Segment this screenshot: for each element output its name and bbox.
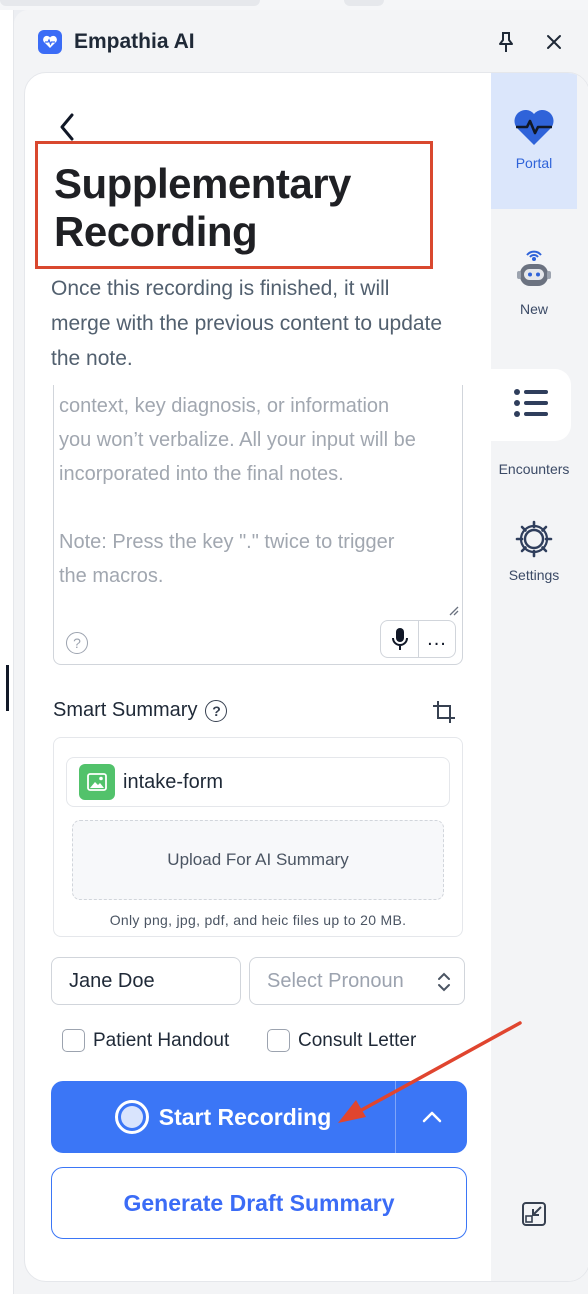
title-bar: Empathia AI xyxy=(14,10,588,72)
select-chevron-icon xyxy=(438,972,450,992)
patient-handout-box[interactable] xyxy=(62,1029,85,1052)
page-title-highlight: Supplementary Recording xyxy=(35,141,433,269)
sidebar-item-portal[interactable]: Portal xyxy=(491,73,577,209)
list-icon xyxy=(514,389,548,417)
smart-summary-help-icon[interactable]: ? xyxy=(205,699,228,722)
extension-panel: Empathia AI Supplementary Recording Once… xyxy=(14,10,588,1294)
image-file-icon xyxy=(79,764,115,800)
sidebar-item-encounters[interactable] xyxy=(491,369,571,441)
recording-options-chevron-up-icon[interactable] xyxy=(396,1081,467,1153)
patient-name-input[interactable]: Jane Doe xyxy=(51,957,241,1005)
generate-draft-summary-button[interactable]: Generate Draft Summary xyxy=(51,1167,467,1239)
consult-letter-label: Consult Letter xyxy=(298,1029,417,1051)
pronoun-placeholder: Select Pronoun xyxy=(267,969,404,992)
heart-pulse-icon xyxy=(514,109,554,145)
microphone-icon[interactable] xyxy=(381,621,419,657)
smart-summary-upload: intake-form Upload For AI Summary Only p… xyxy=(53,737,463,937)
notes-textarea[interactable]: context, key diagnosis, or information y… xyxy=(53,385,463,665)
page-title: Supplementary Recording xyxy=(54,160,351,256)
notes-action-group: ... xyxy=(380,620,456,658)
crop-icon[interactable] xyxy=(431,699,457,725)
collapse-panel-icon[interactable] xyxy=(521,1201,547,1227)
more-options-button[interactable]: ... xyxy=(419,621,455,657)
app-title: Empathia AI xyxy=(74,30,195,53)
sidebar-item-settings[interactable]: Settings xyxy=(491,519,577,619)
start-recording-split-button: Start Recording xyxy=(51,1081,467,1153)
pronoun-select[interactable]: Select Pronoun xyxy=(249,957,465,1005)
consult-letter-box[interactable] xyxy=(267,1029,290,1052)
top-strip xyxy=(0,0,588,10)
record-dot-icon xyxy=(114,1100,149,1134)
background-window-edge xyxy=(0,10,14,1294)
notes-help-icon[interactable]: ? xyxy=(66,632,88,654)
upload-dropzone[interactable]: Upload For AI Summary xyxy=(72,820,444,900)
page-subtitle: Once this recording is finished, it will… xyxy=(51,277,443,370)
back-arrow-icon[interactable] xyxy=(53,109,81,145)
start-recording-label: Start Recording xyxy=(158,1103,332,1130)
resize-handle-icon[interactable] xyxy=(447,604,459,616)
patient-handout-label: Patient Handout xyxy=(93,1029,230,1051)
sidebar-item-label: Settings xyxy=(508,567,560,583)
sidebar-item-label: New xyxy=(519,301,548,317)
file-name: intake-form xyxy=(123,770,224,793)
notes-placeholder: context, key diagnosis, or information y… xyxy=(59,395,416,587)
smart-summary-header: Smart Summary ? xyxy=(53,699,228,722)
upload-hint: Only png, jpg, pdf, and heic files up to… xyxy=(109,912,407,928)
attached-file[interactable]: intake-form xyxy=(66,757,450,807)
sidebar: Portal New Encounters Settings xyxy=(491,73,588,1281)
sidebar-item-new[interactable]: New xyxy=(491,249,577,369)
page-title-line-1: Supplementary xyxy=(54,160,351,207)
robot-icon xyxy=(517,250,551,286)
consult-letter-checkbox[interactable]: Consult Letter xyxy=(267,1029,416,1052)
page-title-line-2: Recording xyxy=(54,208,258,255)
smart-summary-label: Smart Summary xyxy=(53,699,198,721)
patient-handout-checkbox[interactable]: Patient Handout xyxy=(62,1029,229,1052)
sidebar-item-encounters-label: Encounters xyxy=(498,461,570,477)
close-icon[interactable] xyxy=(540,28,568,56)
sidebar-item-label: Portal xyxy=(515,155,553,171)
start-recording-button[interactable]: Start Recording xyxy=(51,1081,395,1153)
pin-icon[interactable] xyxy=(492,28,520,56)
main-card: Supplementary Recording Once this record… xyxy=(24,72,588,1282)
app-logo-icon xyxy=(38,30,62,54)
gear-icon xyxy=(515,520,553,558)
